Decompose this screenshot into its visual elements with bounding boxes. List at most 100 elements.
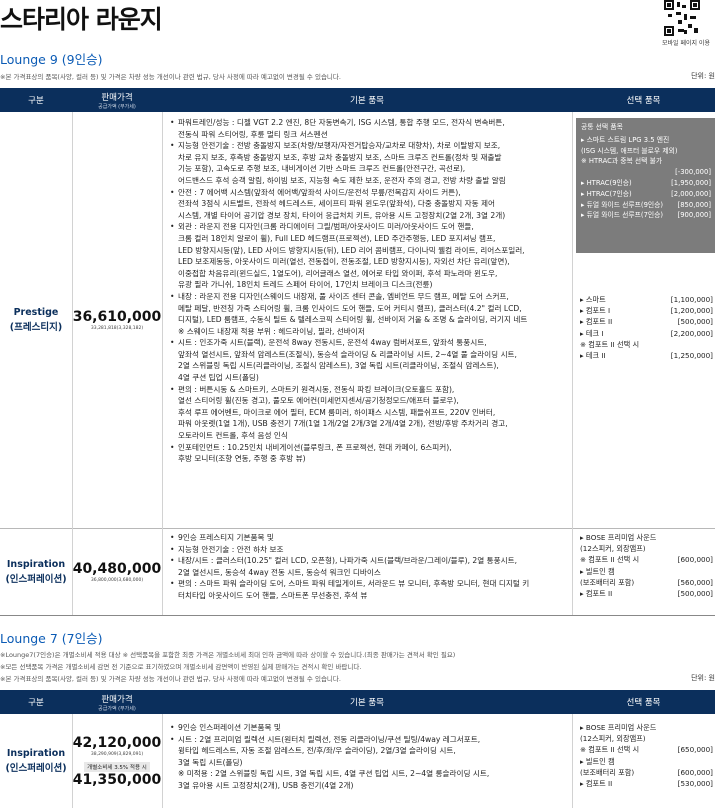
option-label: ▸ 테크 I: [580, 328, 604, 338]
option-label: ※ HTRAC과 중복 선택 불가: [581, 157, 663, 166]
trim-name-kr: (인스퍼레이션): [5, 763, 67, 774]
column-divider: [572, 714, 573, 808]
notice-text: ※본 가격표상의 품목(사양, 컬러 등) 및 가격은 차량 성능 개선이나 관…: [0, 675, 341, 683]
header-name: 구분: [28, 96, 44, 106]
item-line: 외관 : 라운지 전용 디자인(크롬 라디에이터 그릴/범퍼/아웃사이드 미러/…: [170, 221, 570, 233]
option-row: ▸ 스마트 스트림 LPG 3.5 엔진: [576, 135, 715, 146]
item-line: 시트 : 인조가죽 시트(블랙), 운전석 8way 전동시트, 운전석 4wa…: [170, 337, 570, 349]
option-label: (ISG 시스템, 애프터 블로우 제외): [581, 146, 678, 155]
option-label: (보조배터리 포함): [580, 767, 635, 777]
option-label: ※ 컴포트 II 선택 시: [580, 745, 640, 755]
trim-price-inspiration: 40,480,000 36,800,000(3,680,000): [72, 529, 162, 615]
option-label: ▸ 스마트: [580, 295, 606, 304]
header-name: 구분: [28, 698, 44, 708]
option-price: [-300,000]: [675, 168, 711, 177]
qr-label: 모바일 페이지 이용: [662, 40, 710, 47]
common-options-box: 공통 선택 품목 ▸ 스마트 스트림 LPG 3.5 엔진 (ISG 시스템, 애…: [576, 118, 715, 253]
notice-text: ※Lounge7(7인승)은 개별소비세 적용 대상 ※ 선택품목을 포함한 최…: [0, 651, 456, 659]
item-line: 내장 : 라운지 전용 디자인(스웨이드 내장재, 풀 사이즈 센터 콘솔, 엠…: [170, 291, 570, 303]
item-line: LED 보조제동등, 아웃사이드 미러(열선, 전동접이, 전동조절, LED …: [178, 257, 510, 267]
column-divider: [72, 112, 73, 615]
unit-label: 단위: 원: [691, 72, 715, 80]
qr-code-icon[interactable]: [664, 0, 700, 36]
trim-name-prestige: Prestige (프레스티지): [0, 112, 72, 528]
option-row: ▸ 듀얼 와이드 선루프(7인승) [900,000]: [576, 210, 715, 221]
header-price-sub: 공급가액 (부가세): [98, 103, 136, 110]
item-line: 윙타입 헤드레스트, 자동 조절 암레스트, 전/후/좌/우 슬라이딩), 2열…: [178, 746, 456, 756]
item-line: 2열 스위블링 독립 시트(리클라이닝, 조절식 암레스트), 3열 독립 시트…: [178, 361, 499, 371]
option-label: ▸ BOSE 프리미엄 사운드: [580, 723, 657, 732]
header-options: 선택 품목: [626, 698, 661, 708]
option-row: (보조배터리 포함) [600,000]: [574, 767, 715, 778]
option-row: ▸ 컴포트 II [530,000]: [574, 778, 715, 789]
basic-items-inspiration: 9인승 프레스티지 기본품목 및지능형 안전기술 : 안전 하차 보조내장/시트…: [170, 532, 570, 602]
trim-name: Inspiration: [6, 559, 66, 570]
item-line: LED 방향지시등(앞), LED 사이드 방향지시등(뒤), LED 리어 콤…: [178, 245, 525, 255]
header-price-label: 판매가격: [101, 92, 133, 103]
trim-name-kr: (인스퍼레이션): [5, 574, 67, 585]
option-row: [-300,000]: [576, 167, 715, 178]
option-price: [500,000]: [677, 317, 713, 327]
option-price: [1,250,000]: [670, 351, 713, 361]
notice-text: ※본 가격표상의 품목(사양, 컬러 등) 및 가격은 차량 성능 개선이나 관…: [0, 73, 341, 81]
option-label: ▸ 컴포트 II: [580, 317, 613, 327]
option-label: ※ 컴포트 II 선택 시: [580, 339, 640, 349]
column-divider: [162, 714, 163, 808]
option-price: [600,000]: [677, 555, 713, 565]
option-price: [850,000]: [677, 200, 711, 209]
option-row: ▸ 테크 II [1,250,000]: [574, 350, 715, 361]
item-line: 후석 루프 에어벤트, 마이크로 에어 필터, ECM 룸미러, 하이패스 시스…: [178, 407, 496, 417]
basic-items-inspiration-7: 9인승 인스퍼레이션 기본품목 및시트 : 2열 프리미엄 릴렉션 시트(원터치…: [170, 722, 570, 792]
item-line: 2열 열선시트, 동승석 4way 전동 시트, 동승석 워크인 디바이스: [178, 567, 381, 577]
item-line: 파워트레인/성능 : 디젤 VGT 2.2 엔진, 8단 자동변속기, ISG …: [170, 117, 570, 129]
item-line: 편의 : 버튼시동 & 스마트키, 스마트키 원격시동, 전동식 파킹 브레이크…: [170, 384, 570, 396]
option-price: [1,200,000]: [670, 306, 713, 316]
option-label: ▸ BOSE 프리미엄 사운드: [580, 533, 657, 542]
option-price: [500,000]: [677, 589, 713, 599]
option-price: [900,000]: [677, 211, 711, 220]
option-label: ※ 컴포트 II 선택 시: [580, 555, 640, 565]
option-row: ▸ 테크 I [2,200,000]: [574, 328, 715, 339]
item-line: 시스템, 개별 타이어 공기압 경보 장치, 타이어 응급처치 키트, 유아용 …: [178, 210, 506, 220]
table-bottom-line: [0, 615, 715, 616]
option-row: (ISG 시스템, 애프터 블로우 제외): [576, 146, 715, 157]
option-label: (12스피커, 외장앰프): [580, 734, 646, 744]
item-line: 차로 유지 보조, 후측방 충돌방지 보조, 후방 교차 충돌방지 보조, 스마…: [178, 152, 502, 162]
table-header: 구분 판매가격 공급가액 (부가세) 기본 품목 선택 품목: [0, 88, 715, 112]
item-line: 9인승 프레스티지 기본품목 및: [170, 532, 570, 544]
header-price-sub: 공급가액 (부가세): [98, 705, 136, 712]
column-divider: [162, 112, 163, 615]
option-label: ▸ 빌트인 캠: [580, 756, 615, 766]
option-label: ▸ 컴포트 I: [580, 306, 611, 316]
header-price: 판매가격 공급가액 (부가세): [72, 88, 162, 112]
option-row: ▸ 빌트인 캠: [574, 756, 715, 767]
option-row: ▸ BOSE 프리미엄 사운드: [574, 532, 715, 543]
price-supply: 33,281,818(3,328,182): [90, 326, 144, 331]
trim-name: Inspiration: [6, 748, 66, 759]
trim-price-inspiration-7: 42,120,000 38,290,909(3,829,091) 개별소비세 3…: [72, 714, 162, 808]
trim-name-inspiration: Inspiration (인스퍼레이션): [0, 529, 72, 615]
column-divider: [572, 112, 573, 615]
option-price: [1,950,000]: [671, 178, 711, 187]
option-row: ▸ HTRAC(7인승) [2,000,000]: [576, 189, 715, 200]
option-label: ▸ 컴포트 II: [580, 589, 613, 599]
item-line: 어드밴스드 후석 승객 알림, 하이빔 보조, 지능형 속도 제한 보조, 운전…: [178, 175, 506, 185]
item-line: 지능형 안전기술 : 전방 충돌방지 보조(차량/보행자/자전거탑승자/교차로 …: [170, 140, 570, 152]
item-line: 인포테인먼트 : 10.25인치 내비게이션(블루링크, 폰 프로젝션, 현대 …: [170, 442, 570, 454]
option-label: ▸ 빌트인 캠: [580, 566, 615, 576]
section-title-lounge9: Lounge 9 (9인승): [0, 52, 103, 67]
trim-name-kr: (프레스티지): [9, 322, 63, 333]
unit-label: 단위: 원: [691, 674, 715, 682]
item-line: 오토라이트 컨트롤, 후석 음성 인식: [178, 431, 288, 441]
page-title: 스타리아 라운지: [0, 5, 163, 34]
price-value: 40,480,000: [72, 561, 162, 577]
option-label: ▸ 듀얼 와이드 선루프(7인승): [581, 211, 664, 220]
option-row: ▸ HTRAC(9인승) [1,950,000]: [576, 178, 715, 189]
header-items: 기본 품목: [350, 698, 384, 708]
option-price: [2,000,000]: [671, 189, 711, 198]
item-line: 크롬 컬러 18인치 알로이 휠), Full LED 헤드램프(프로젝션), …: [178, 233, 496, 243]
option-label: (12스피커, 외장앰프): [580, 544, 646, 554]
option-price: [1,100,000]: [670, 295, 713, 304]
option-row: ▸ 컴포트 II [500,000]: [574, 588, 715, 599]
option-price: [2,200,000]: [670, 328, 713, 338]
